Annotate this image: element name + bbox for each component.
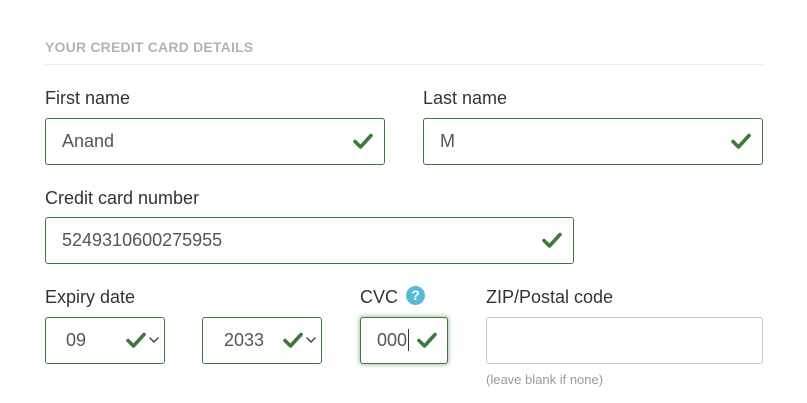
zip-label: ZIP/Postal code (486, 287, 614, 307)
first-name-value: Anand (62, 131, 115, 151)
zip-field[interactable] (486, 317, 763, 364)
expiry-month-select[interactable]: 09 (45, 317, 165, 364)
checkmark-icon (731, 133, 751, 149)
card-number-field[interactable]: 5249310600275955 (45, 217, 574, 264)
cvc-label: CVC (360, 287, 399, 307)
expiry-date-label: Expiry date (45, 287, 136, 307)
checkmark-icon (417, 332, 437, 348)
last-name-value: M (440, 131, 455, 151)
checkmark-icon (283, 332, 303, 348)
question-mark-icon[interactable]: ? (406, 286, 425, 305)
checkmark-icon (353, 133, 373, 149)
section-title: YOUR CREDIT CARD DETAILS (45, 39, 254, 55)
last-name-field[interactable]: M (423, 118, 763, 165)
expiry-year-value: 2033 (224, 330, 265, 350)
card-number-value: 5249310600275955 (62, 230, 223, 250)
text-cursor (408, 328, 410, 351)
cvc-value: 000 (377, 318, 410, 363)
first-name-field[interactable]: Anand (45, 118, 385, 165)
expiry-year-select[interactable]: 2033 (202, 317, 322, 364)
credit-card-form: YOUR CREDIT CARD DETAILS First name Anan… (0, 0, 807, 403)
cvc-field[interactable]: 000 (360, 317, 448, 364)
chevron-down-icon (149, 337, 159, 343)
zip-hint: (leave blank if none) (486, 372, 604, 387)
checkmark-icon (126, 332, 146, 348)
section-divider (45, 64, 763, 65)
card-number-label: Credit card number (45, 188, 200, 208)
checkmark-icon (542, 232, 562, 248)
first-name-label: First name (45, 88, 131, 108)
last-name-label: Last name (423, 88, 508, 108)
cvc-value-text: 000 (377, 330, 408, 350)
chevron-down-icon (306, 337, 316, 343)
expiry-month-value: 09 (66, 330, 87, 350)
